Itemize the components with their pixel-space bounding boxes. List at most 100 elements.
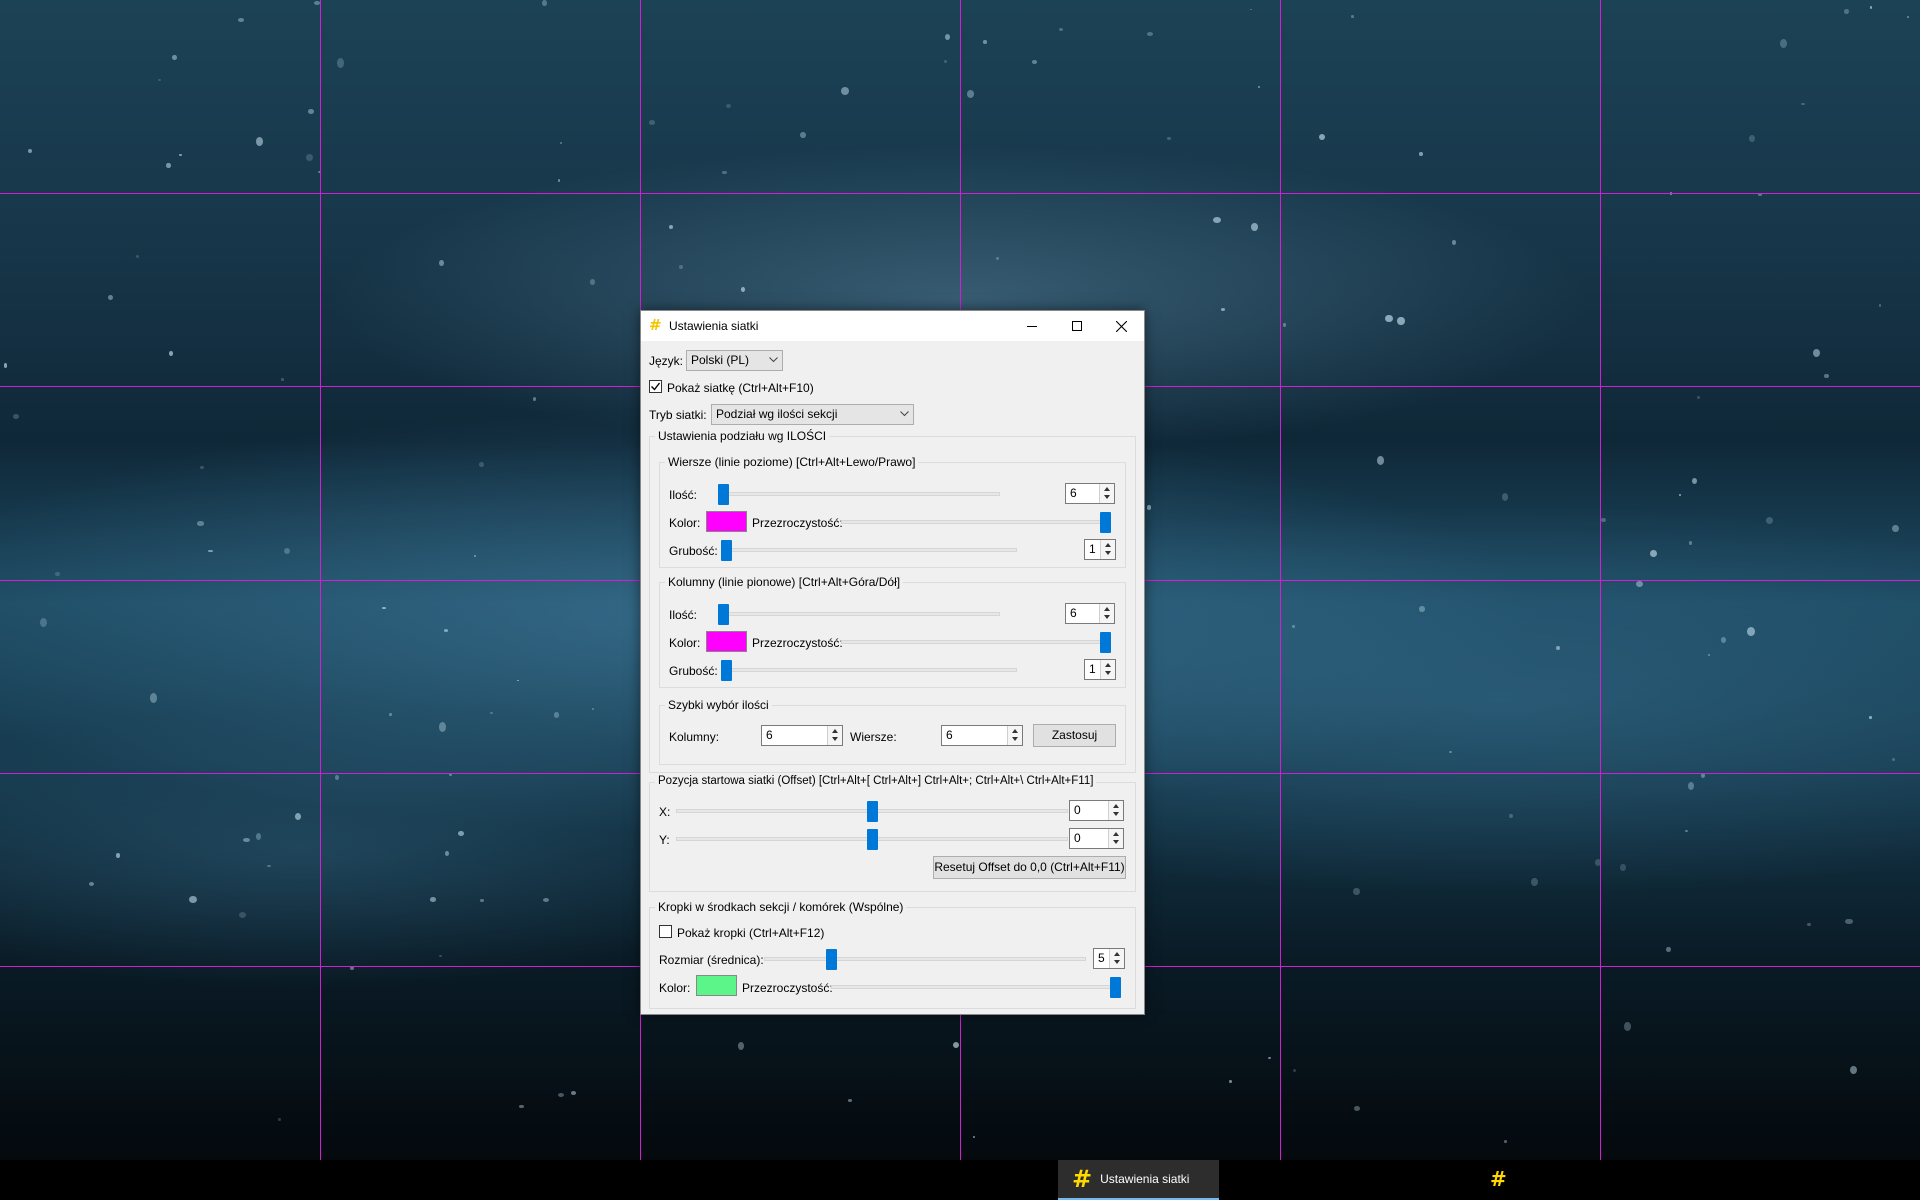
rain-drop bbox=[1688, 781, 1695, 791]
cols-color-swatch[interactable] bbox=[706, 631, 747, 652]
arrow-up-icon[interactable] bbox=[1105, 543, 1111, 547]
dots-opacity-slider-track bbox=[831, 985, 1121, 989]
rain-drop bbox=[1701, 772, 1706, 778]
minimize-button[interactable] bbox=[1009, 311, 1054, 341]
language-select[interactable]: Polski (PL) bbox=[686, 350, 783, 371]
spin-buttons[interactable] bbox=[1108, 829, 1123, 848]
arrow-down-icon[interactable] bbox=[1113, 840, 1119, 844]
offset-y-slider[interactable] bbox=[866, 829, 878, 850]
dots-group-title: Kropki w środkach sekcji / komórek (Wspó… bbox=[655, 900, 907, 914]
rain-drop bbox=[1845, 918, 1853, 925]
spin-buttons[interactable] bbox=[1108, 801, 1123, 820]
taskbar-item-grid-settings[interactable]: # Ustawienia siatki bbox=[1058, 1160, 1219, 1200]
spin-buttons[interactable] bbox=[1100, 660, 1115, 679]
spin-buttons[interactable] bbox=[1007, 726, 1022, 745]
rows-opacity-slider[interactable] bbox=[1100, 512, 1111, 533]
rain-drop bbox=[1147, 32, 1154, 37]
dots-size-spinbox[interactable]: 5 bbox=[1093, 948, 1125, 969]
arrow-down-icon[interactable] bbox=[1104, 615, 1110, 619]
rows-thickness-slider[interactable] bbox=[721, 540, 732, 561]
rain-drop bbox=[480, 898, 484, 903]
rows-opacity-label: Przezroczystość: bbox=[752, 516, 843, 530]
cols-count-slider[interactable] bbox=[718, 604, 729, 625]
rain-drop bbox=[189, 895, 197, 903]
close-button[interactable] bbox=[1099, 311, 1144, 341]
rows-count-slider[interactable] bbox=[718, 484, 729, 505]
rain-drop bbox=[55, 571, 60, 577]
rain-drop bbox=[1167, 137, 1171, 141]
quick-rows-label: Wiersze: bbox=[850, 730, 897, 744]
spin-buttons[interactable] bbox=[1099, 604, 1114, 623]
show-dots-checkbox[interactable] bbox=[659, 925, 672, 938]
arrow-up-icon[interactable] bbox=[1104, 487, 1110, 491]
rain-drop bbox=[570, 1091, 577, 1096]
rows-count-spinbox[interactable]: 6 bbox=[1065, 483, 1115, 504]
cols-count-spinbox[interactable]: 6 bbox=[1065, 603, 1115, 624]
offset-y-spinbox[interactable]: 0 bbox=[1069, 828, 1124, 849]
rain-drop bbox=[722, 171, 727, 175]
rain-drop bbox=[88, 881, 94, 886]
spin-buttons[interactable] bbox=[1109, 949, 1124, 968]
arrow-up-icon[interactable] bbox=[1113, 804, 1119, 808]
rain-drop bbox=[382, 606, 387, 610]
rain-drop bbox=[1678, 494, 1681, 497]
rain-drop bbox=[517, 679, 520, 682]
rain-drop bbox=[1250, 223, 1258, 232]
rain-drop bbox=[1595, 859, 1602, 866]
rain-drop bbox=[1531, 877, 1538, 886]
tray-hash-icon[interactable]: # bbox=[1490, 1167, 1507, 1191]
offset-x-spinbox[interactable]: 0 bbox=[1069, 800, 1124, 821]
maximize-button[interactable] bbox=[1054, 311, 1099, 341]
window-title: Ustawienia siatki bbox=[669, 319, 759, 333]
arrow-up-icon[interactable] bbox=[832, 729, 838, 733]
spin-buttons[interactable] bbox=[1100, 540, 1115, 559]
cols-thickness-slider[interactable] bbox=[721, 660, 732, 681]
arrow-down-icon[interactable] bbox=[1105, 551, 1111, 555]
spin-buttons[interactable] bbox=[1099, 484, 1114, 503]
arrow-up-icon[interactable] bbox=[1104, 607, 1110, 611]
rain-drop bbox=[800, 132, 806, 139]
rain-drop bbox=[1292, 1068, 1296, 1073]
close-icon bbox=[1116, 320, 1127, 332]
arrow-down-icon[interactable] bbox=[1114, 960, 1120, 964]
show-grid-checkbox[interactable] bbox=[649, 380, 662, 393]
cols-count-value: 6 bbox=[1070, 606, 1077, 620]
cols-opacity-slider[interactable] bbox=[1100, 632, 1111, 653]
apply-button[interactable]: Zastosuj bbox=[1033, 724, 1116, 747]
title-bar[interactable]: # Ustawienia siatki bbox=[641, 311, 1144, 341]
arrow-down-icon[interactable] bbox=[1012, 737, 1018, 741]
offset-x-slider[interactable] bbox=[866, 801, 878, 822]
grid-mode-select[interactable]: Podział wg ilości sekcji bbox=[711, 404, 914, 425]
arrow-down-icon[interactable] bbox=[1105, 671, 1111, 675]
dots-color-swatch[interactable] bbox=[696, 975, 737, 996]
arrow-down-icon[interactable] bbox=[1104, 495, 1110, 499]
quick-rows-spinbox[interactable]: 6 bbox=[941, 725, 1023, 746]
arrow-down-icon[interactable] bbox=[1113, 812, 1119, 816]
rain-drop bbox=[1748, 134, 1756, 142]
rain-drop bbox=[737, 1041, 744, 1050]
quick-select-title: Szybki wybór ilości bbox=[665, 698, 772, 712]
cols-thickness-spinbox[interactable]: 1 bbox=[1084, 659, 1116, 680]
arrow-up-icon[interactable] bbox=[1114, 952, 1120, 956]
spin-buttons[interactable] bbox=[827, 726, 842, 745]
rain-drop bbox=[1452, 240, 1457, 245]
dots-opacity-slider[interactable] bbox=[1110, 977, 1121, 998]
reset-offset-button[interactable]: Resetuj Offset do 0,0 (Ctrl+Alt+F11) bbox=[933, 856, 1126, 879]
rows-thickness-label: Grubość: bbox=[669, 544, 718, 558]
rain-drop bbox=[200, 465, 204, 469]
rain-drop bbox=[1666, 946, 1671, 953]
dots-size-slider[interactable] bbox=[826, 949, 838, 970]
arrow-up-icon[interactable] bbox=[1113, 832, 1119, 836]
rain-drop bbox=[284, 548, 291, 555]
quick-cols-spinbox[interactable]: 6 bbox=[761, 725, 843, 746]
rows-thickness-spinbox[interactable]: 1 bbox=[1084, 539, 1116, 560]
arrow-down-icon[interactable] bbox=[832, 737, 838, 741]
rain-drop bbox=[237, 17, 245, 22]
rows-color-swatch[interactable] bbox=[706, 511, 747, 532]
dots-color-label: Kolor: bbox=[659, 981, 691, 995]
arrow-up-icon[interactable] bbox=[1012, 729, 1018, 733]
rain-drop bbox=[972, 1136, 975, 1139]
dots-size-label: Rozmiar (średnica): bbox=[659, 953, 764, 967]
arrow-up-icon[interactable] bbox=[1105, 663, 1111, 667]
rain-drop bbox=[179, 153, 182, 157]
